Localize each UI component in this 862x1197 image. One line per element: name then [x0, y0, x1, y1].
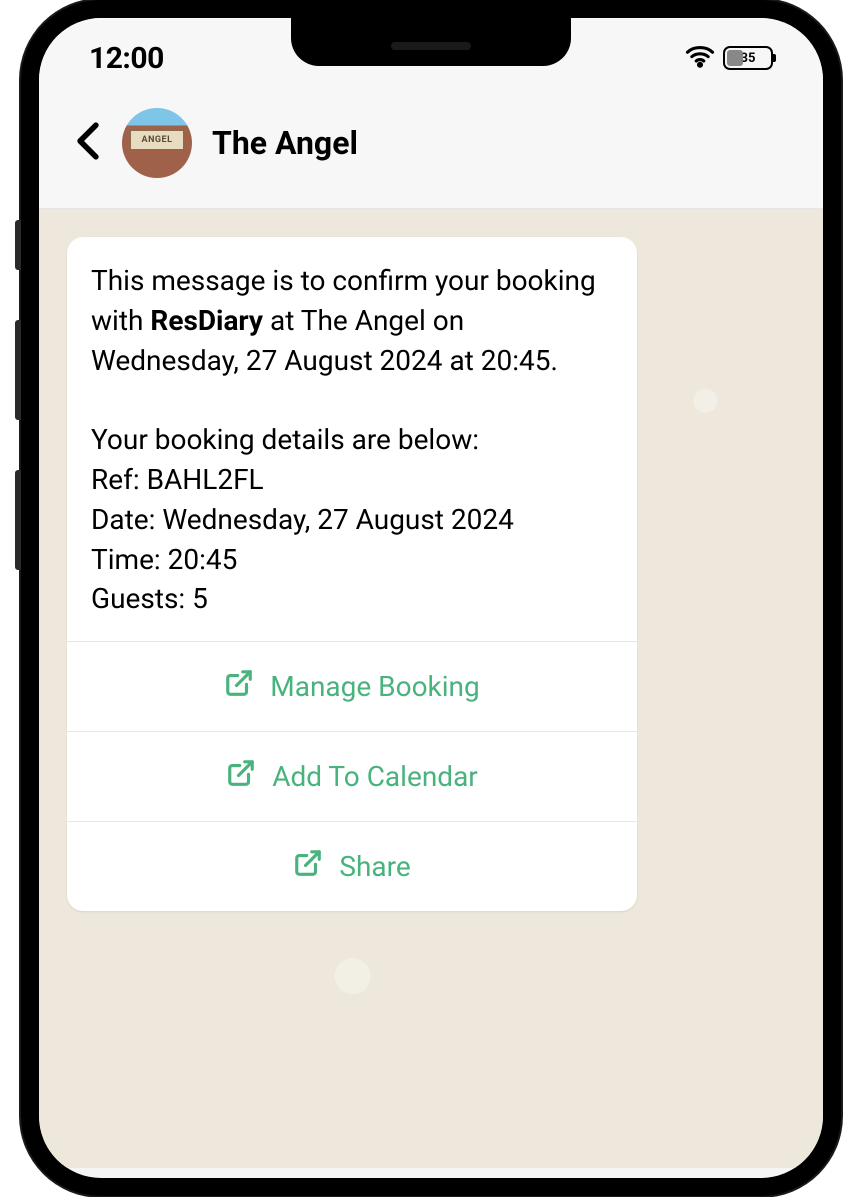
phone-notch [291, 18, 571, 66]
add-to-calendar-label: Add To Calendar [272, 760, 478, 793]
add-to-calendar-button[interactable]: Add To Calendar [67, 731, 637, 821]
external-link-icon [224, 668, 254, 705]
ref-value: BAHL2FL [147, 463, 264, 496]
wifi-icon [685, 41, 715, 75]
manage-booking-label: Manage Booking [270, 670, 479, 703]
share-button[interactable]: Share [67, 821, 637, 911]
date-label: Date: [91, 503, 162, 536]
side-button [15, 320, 21, 420]
external-link-icon [226, 758, 256, 795]
date-value: Wednesday, 27 August 2024 [162, 503, 514, 536]
chat-title[interactable]: The Angel [212, 124, 358, 162]
chat-body[interactable]: This message is to confirm your booking … [39, 209, 823, 1168]
details-heading: Your booking details are below: [91, 423, 479, 456]
battery-icon: 35 [723, 46, 773, 70]
time-label: Time: [91, 543, 168, 576]
message-card: This message is to confirm your booking … [67, 237, 637, 911]
external-link-icon [293, 848, 323, 885]
avatar-sign-text: ANGEL [130, 130, 184, 150]
status-right: 35 [685, 41, 773, 75]
back-button[interactable] [74, 122, 102, 164]
guests-label: Guests: [91, 582, 192, 615]
phone-screen: 12:00 35 [39, 18, 823, 1178]
message-intro: This message is to confirm your booking … [91, 261, 613, 380]
battery-level: 35 [741, 51, 756, 66]
side-button [15, 470, 21, 570]
manage-booking-button[interactable]: Manage Booking [67, 641, 637, 731]
phone-frame: 12:00 35 [21, 0, 841, 1196]
status-time: 12:00 [89, 41, 164, 76]
ref-label: Ref: [91, 463, 147, 496]
avatar[interactable]: ANGEL [122, 108, 192, 178]
chat-header: ANGEL The Angel [39, 88, 823, 209]
share-label: Share [339, 850, 410, 883]
booking-details: Your booking details are below: Ref: BAH… [91, 420, 613, 619]
message-content: This message is to confirm your booking … [67, 237, 637, 641]
guests-value: 5 [192, 582, 208, 615]
time-value: 20:45 [168, 543, 238, 576]
side-button [15, 220, 21, 270]
intro-bold: ResDiary [150, 304, 263, 337]
